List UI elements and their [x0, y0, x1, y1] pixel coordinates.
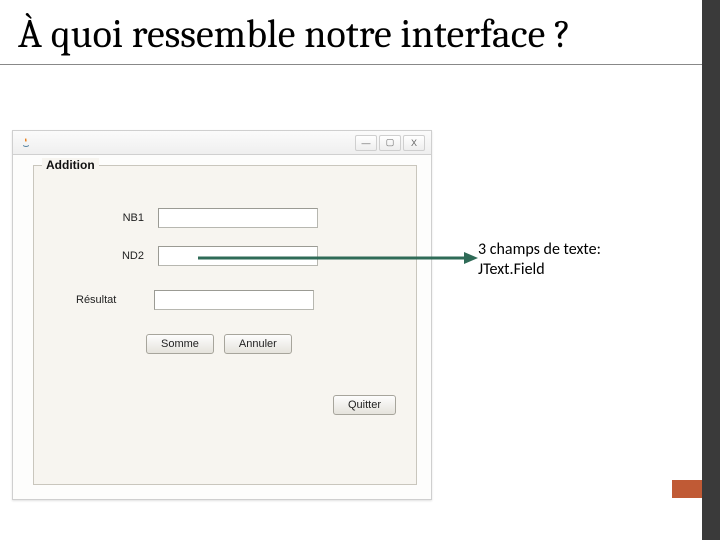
close-button[interactable]: X — [403, 135, 425, 151]
addition-panel: Addition NB1 ND2 Résultat Somme Annuler … — [33, 165, 417, 485]
button-row-quit: Quitter — [333, 394, 396, 415]
quitter-button[interactable]: Quitter — [333, 395, 396, 415]
input-nd2[interactable] — [158, 246, 318, 266]
panel-title: Addition — [42, 158, 99, 172]
window-controls: — ▢ X — [355, 135, 425, 151]
window-titlebar: — ▢ X — [13, 131, 431, 155]
label-result: Résultat — [76, 294, 140, 306]
slide-accent-tab — [672, 480, 702, 498]
label-nd2: ND2 — [80, 250, 144, 262]
input-result[interactable] — [154, 290, 314, 310]
label-nb1: NB1 — [80, 212, 144, 224]
row-nb1: NB1 — [80, 208, 318, 228]
titlebar-left — [19, 136, 33, 150]
input-nb1[interactable] — [158, 208, 318, 228]
row-nd2: ND2 — [80, 246, 318, 266]
slide-accent-bar — [702, 0, 720, 540]
button-row-main: Somme Annuler — [146, 334, 292, 354]
annotation-line-2: JText.Field — [478, 260, 601, 280]
annuler-button[interactable]: Annuler — [224, 334, 292, 354]
somme-button[interactable]: Somme — [146, 334, 214, 354]
annotation-line-1: 3 champs de texte: — [478, 240, 601, 260]
row-result: Résultat — [80, 290, 314, 310]
minimize-button[interactable]: — — [355, 135, 377, 151]
java-window: — ▢ X Addition NB1 ND2 Résultat Somme An… — [12, 130, 432, 500]
annotation-text: 3 champs de texte: JText.Field — [478, 240, 601, 280]
java-icon — [19, 136, 33, 150]
maximize-button[interactable]: ▢ — [379, 135, 401, 151]
slide-title: À quoi ressemble notre interface ? — [0, 0, 720, 65]
